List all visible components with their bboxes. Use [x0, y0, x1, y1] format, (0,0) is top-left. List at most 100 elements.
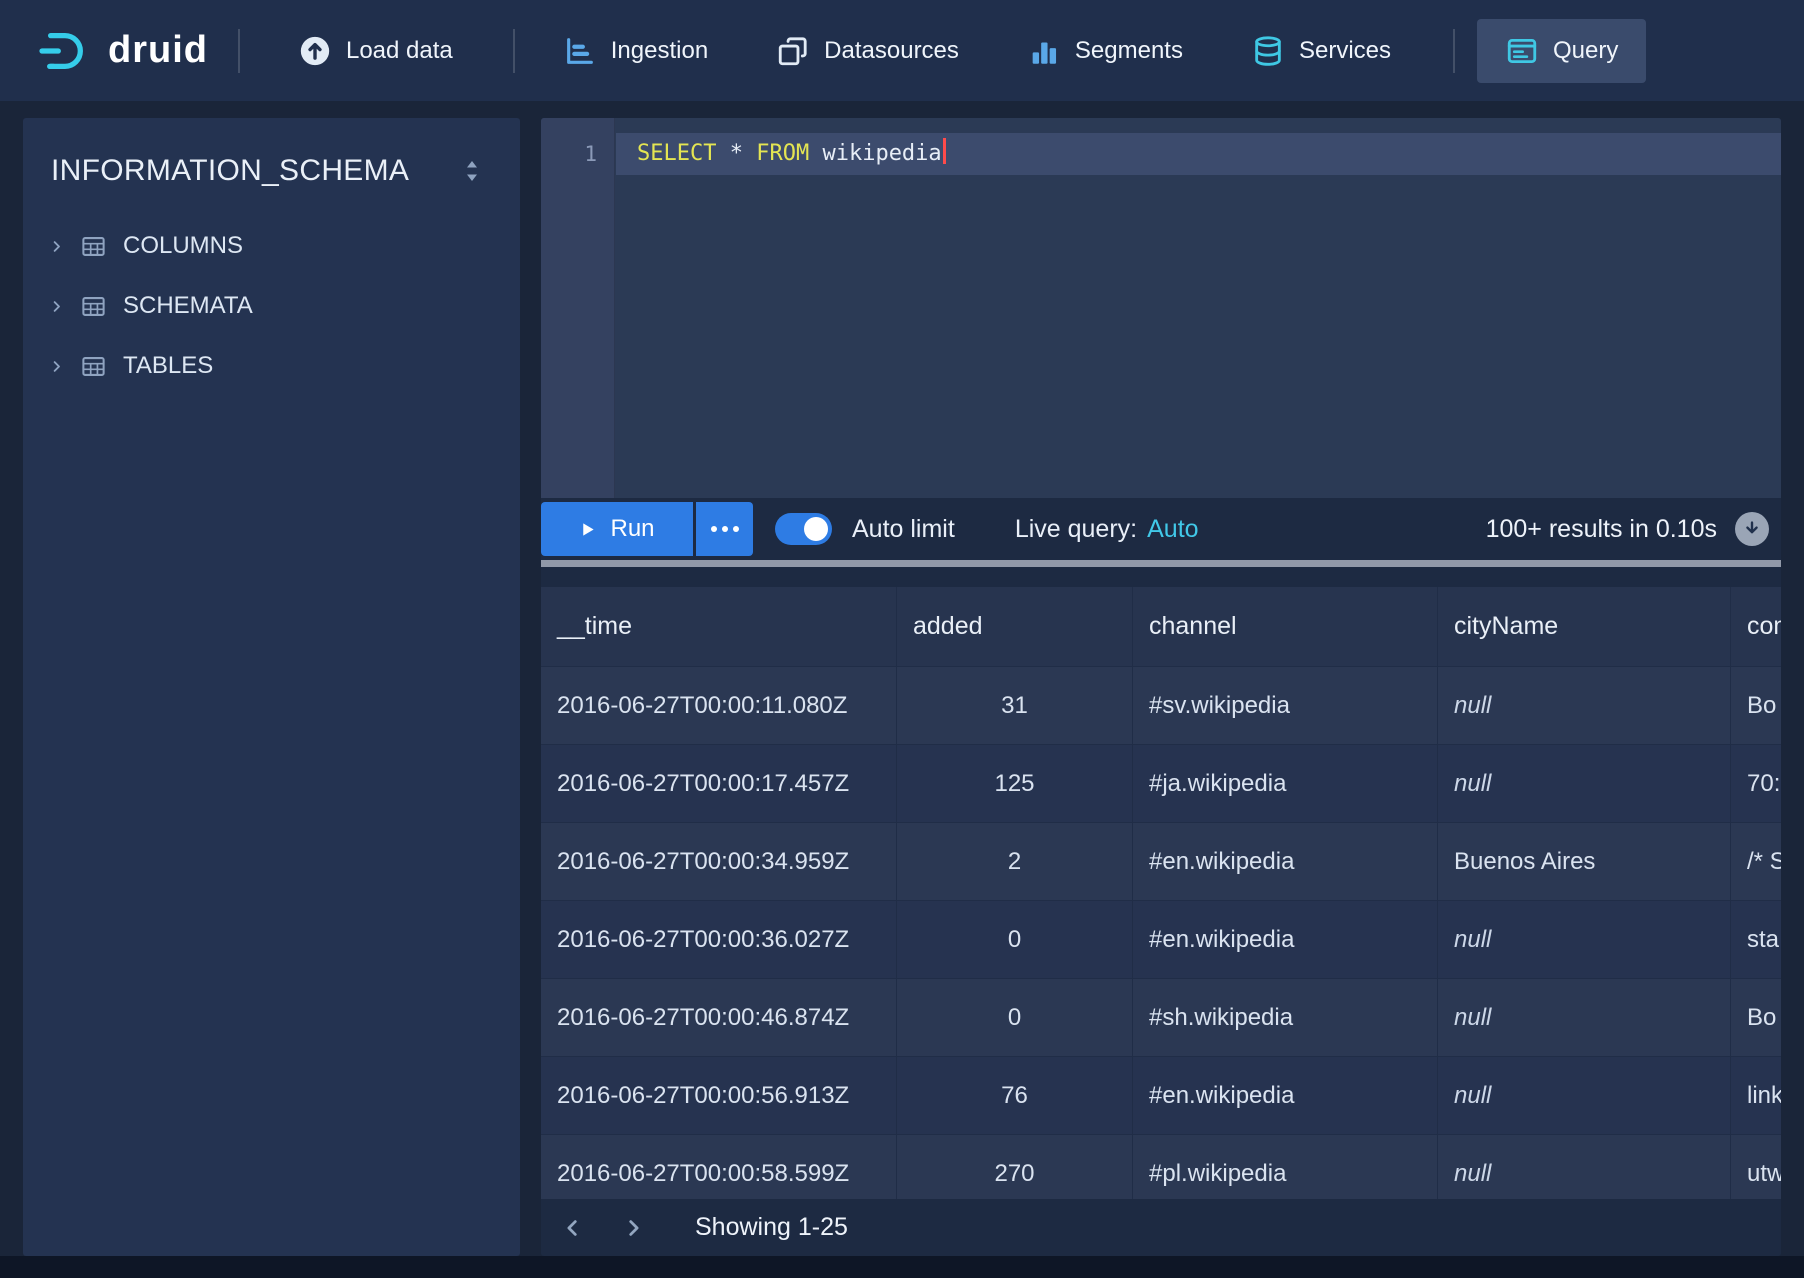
- table-row: 2016-06-27T00:00:34.959Z 2 #en.wikipedia…: [541, 823, 1781, 901]
- table-grid-icon: [80, 233, 107, 260]
- ellipsis-icon: [711, 526, 717, 532]
- nav-item-label: Services: [1299, 37, 1391, 65]
- cell-comment: utw: [1731, 1135, 1781, 1199]
- download-circle-icon[interactable]: [1735, 512, 1769, 546]
- chevron-left-icon: [562, 1217, 584, 1239]
- next-page-button[interactable]: [611, 1206, 655, 1250]
- header-divider: [513, 29, 515, 73]
- horizontal-scrollbar[interactable]: [541, 560, 1781, 567]
- sql-table-name: wikipedia: [809, 141, 941, 166]
- table-grid-icon: [80, 293, 107, 320]
- run-button-label: Run: [610, 515, 654, 543]
- sql-keyword: FROM: [756, 141, 809, 166]
- sql-code-line[interactable]: SELECT * FROM wikipedia: [637, 133, 946, 175]
- sidebar-item-columns[interactable]: COLUMNS: [23, 216, 520, 276]
- sql-star: *: [716, 141, 756, 166]
- nav-item-datasources[interactable]: Datasources: [748, 19, 987, 83]
- nav-item-label: Load data: [346, 37, 453, 65]
- column-header-cityname[interactable]: cityName: [1438, 587, 1731, 667]
- schema-title: INFORMATION_SCHEMA: [51, 154, 409, 188]
- nav-item-label: Segments: [1075, 37, 1183, 65]
- run-more-options-button[interactable]: [696, 502, 753, 556]
- cell-comment: Bo: [1731, 667, 1781, 745]
- cell-comment: link: [1731, 1057, 1781, 1135]
- top-nav-bar: druid Load data Ingestion: [0, 0, 1804, 101]
- nav-item-segments[interactable]: Segments: [999, 19, 1211, 83]
- sidebar-item-label: COLUMNS: [123, 232, 243, 260]
- table-row: 2016-06-27T00:00:17.457Z 125 #ja.wikiped…: [541, 745, 1781, 823]
- auto-limit-label: Auto limit: [852, 515, 955, 544]
- chevron-right-icon[interactable]: [49, 359, 64, 374]
- pagination-bar: Showing 1-25: [541, 1199, 1781, 1256]
- cell-cityname: null: [1438, 1057, 1731, 1135]
- toggle-knob: [804, 517, 828, 541]
- cell-cityname: null: [1438, 667, 1731, 745]
- datasources-stack-icon: [776, 34, 810, 68]
- results-summary: 100+ results in 0.10s: [1486, 515, 1717, 544]
- sidebar-item-label: SCHEMATA: [123, 292, 253, 320]
- column-header-added[interactable]: added: [897, 587, 1133, 667]
- nav-item-ingestion[interactable]: Ingestion: [535, 19, 736, 83]
- cell-cityname: null: [1438, 901, 1731, 979]
- nav-item-load-data[interactable]: Load data: [270, 19, 481, 83]
- header-divider: [238, 29, 240, 73]
- logo-text: druid: [108, 29, 208, 72]
- nav-item-label: Datasources: [824, 37, 959, 65]
- cell-comment: Bo: [1731, 979, 1781, 1057]
- live-query-label: Live query:: [1015, 515, 1137, 544]
- column-header-comment[interactable]: com: [1731, 587, 1781, 667]
- nav-item-query[interactable]: Query: [1477, 19, 1646, 83]
- double-caret-vertical-icon[interactable]: [462, 158, 482, 184]
- cell-added: 270: [897, 1135, 1133, 1199]
- column-header-time[interactable]: __time: [541, 587, 897, 667]
- sidebar-item-label: TABLES: [123, 352, 213, 380]
- druid-logo[interactable]: druid: [38, 28, 208, 74]
- results-table: __time added channel cityName com 2016-0…: [541, 587, 1781, 1199]
- services-database-icon: [1251, 34, 1285, 68]
- cell-comment: /* S: [1731, 823, 1781, 901]
- cell-channel: #sv.wikipedia: [1133, 667, 1438, 745]
- cell-channel: #en.wikipedia: [1133, 901, 1438, 979]
- cell-added: 76: [897, 1057, 1133, 1135]
- cell-added: 0: [897, 979, 1133, 1057]
- table-grid-icon: [80, 353, 107, 380]
- live-query: Live query: Auto: [1015, 515, 1199, 544]
- ingestion-chart-icon: [563, 34, 597, 68]
- segments-bars-icon: [1027, 34, 1061, 68]
- cell-added: 31: [897, 667, 1133, 745]
- chevron-right-icon: [622, 1217, 644, 1239]
- sidebar-item-schemata[interactable]: SCHEMATA: [23, 276, 520, 336]
- sql-editor[interactable]: 1 SELECT * FROM wikipedia: [541, 118, 1781, 498]
- cell-channel: #en.wikipedia: [1133, 1057, 1438, 1135]
- cell-channel: #sh.wikipedia: [1133, 979, 1438, 1057]
- table-row: 2016-06-27T00:00:56.913Z 76 #en.wikipedi…: [541, 1057, 1781, 1135]
- cell-added: 2: [897, 823, 1133, 901]
- cell-time: 2016-06-27T00:00:56.913Z: [541, 1057, 897, 1135]
- nav-item-label: Query: [1553, 37, 1618, 65]
- cell-time: 2016-06-27T00:00:11.080Z: [541, 667, 897, 745]
- nav-item-services[interactable]: Services: [1223, 19, 1419, 83]
- nav-item-label: Ingestion: [611, 37, 708, 65]
- main-nav: Load data Ingestion Datasources: [270, 19, 1658, 83]
- column-header-channel[interactable]: channel: [1133, 587, 1438, 667]
- cell-comment: sta: [1731, 901, 1781, 979]
- previous-page-button[interactable]: [551, 1206, 595, 1250]
- chevron-right-icon[interactable]: [49, 299, 64, 314]
- run-button[interactable]: Run: [541, 502, 693, 556]
- header-divider: [1453, 29, 1455, 73]
- chevron-right-icon[interactable]: [49, 239, 64, 254]
- cell-comment: 70:: [1731, 745, 1781, 823]
- sidebar-item-tables[interactable]: TABLES: [23, 336, 520, 396]
- live-query-value[interactable]: Auto: [1147, 515, 1198, 544]
- table-row: 2016-06-27T00:00:11.080Z 31 #sv.wikipedi…: [541, 667, 1781, 745]
- cell-channel: #en.wikipedia: [1133, 823, 1438, 901]
- cell-added: 0: [897, 901, 1133, 979]
- sql-keyword: SELECT: [637, 141, 716, 166]
- table-header-row: __time added channel cityName com: [541, 587, 1781, 667]
- druid-logo-icon: [38, 28, 92, 74]
- table-row: 2016-06-27T00:00:58.599Z 270 #pl.wikiped…: [541, 1135, 1781, 1199]
- auto-limit-toggle[interactable]: [775, 513, 832, 545]
- query-console-icon: [1505, 34, 1539, 68]
- cell-cityname: Buenos Aires: [1438, 823, 1731, 901]
- editor-line-number: 1: [541, 133, 597, 175]
